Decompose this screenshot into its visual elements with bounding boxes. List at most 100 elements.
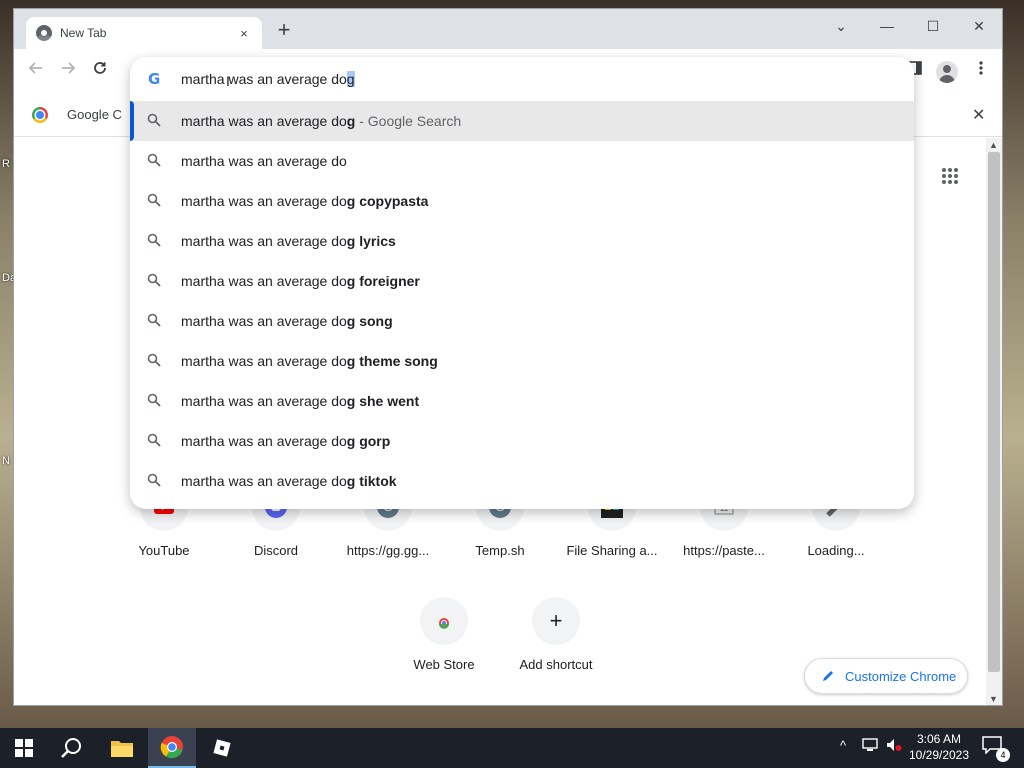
shortcut-label: https://gg.gg... <box>346 543 430 558</box>
pencil-icon <box>823 671 833 681</box>
file-explorer-button[interactable] <box>98 728 146 768</box>
show-hidden-icons-icon[interactable]: ^ <box>840 738 846 753</box>
chrome-window: New Tab × + ⌄ — ☐ ✕ Google C ✕ YouTube D… <box>13 8 1003 706</box>
scroll-down-icon[interactable]: ▼ <box>989 694 998 704</box>
forward-button[interactable] <box>56 59 80 83</box>
new-tab-button[interactable]: + <box>274 19 294 41</box>
chrome-web-store-icon <box>420 597 468 645</box>
start-button[interactable] <box>0 728 48 768</box>
shortcut-label: Web Store <box>413 657 475 672</box>
suggestion-text: martha was an average dog song <box>181 313 393 329</box>
chrome-icon <box>160 736 183 759</box>
roblox-taskbar-button[interactable] <box>198 728 246 768</box>
suggestion-item[interactable]: martha was an average dog lyrics <box>130 221 914 261</box>
search-icon <box>147 233 161 247</box>
search-icon <box>147 153 161 167</box>
clock-date: 10/29/2023 <box>908 748 970 762</box>
search-icon <box>147 353 161 367</box>
search-icon <box>147 393 161 407</box>
shortcut-label: YouTube <box>138 543 190 558</box>
scroll-up-icon[interactable]: ▲ <box>989 140 998 150</box>
windows-logo-icon <box>15 739 33 757</box>
tab-title: New Tab <box>60 26 107 40</box>
suggestion-text: martha was an average dog copypasta <box>181 193 429 209</box>
close-window-button[interactable]: ✕ <box>956 13 1002 39</box>
add-shortcut-button[interactable]: + Add shortcut <box>501 597 611 672</box>
more-menu-icon[interactable] <box>970 60 992 82</box>
suggestion-text: martha was an average dog she went <box>181 393 420 409</box>
taskbar-search-button[interactable] <box>48 728 96 768</box>
roblox-icon <box>213 739 231 757</box>
suggestion-text: martha was an average dog lyrics <box>181 233 396 249</box>
customize-chrome-label: Customize Chrome <box>845 668 957 684</box>
suggestion-text: martha was an average dog theme song <box>181 353 438 369</box>
desktop-edge-label: R <box>2 158 10 170</box>
suggestion-item[interactable]: martha was an average dog copypasta <box>130 181 914 221</box>
minimize-button[interactable]: — <box>864 13 910 39</box>
suggestion-item[interactable]: martha was an average dog tiktok <box>130 461 914 501</box>
shortcut-label: File Sharing a... <box>566 543 658 558</box>
suggestion-text: martha was an average do <box>181 153 347 169</box>
scrollbar[interactable]: ▲ ▼ <box>986 138 1002 705</box>
volume-muted-icon[interactable] <box>886 738 902 755</box>
shortcut-label: Loading... <box>807 543 865 558</box>
search-icon <box>147 313 161 327</box>
suggestion-text: martha was an average dog foreigner <box>181 273 420 289</box>
maximize-button[interactable]: ☐ <box>910 13 956 39</box>
folder-icon <box>111 741 133 757</box>
search-icon <box>61 738 81 758</box>
scroll-thumb[interactable] <box>988 152 1000 672</box>
action-center-button[interactable]: 4 <box>982 736 1010 762</box>
suggestion-item[interactable]: martha was an average dog - Google Searc… <box>130 101 914 141</box>
tab-strip: New Tab × + ⌄ — ☐ ✕ <box>14 9 1002 49</box>
shortcut-label: Add shortcut <box>519 657 593 672</box>
omnibox-input[interactable]: G martha was an average dog I <box>130 57 914 101</box>
shortcut-label: Discord <box>253 543 299 558</box>
shortcut-web-store[interactable]: Web Store <box>389 597 499 672</box>
suggestion-item[interactable]: martha was an average dog she went <box>130 381 914 421</box>
google-g-icon: G <box>148 70 161 88</box>
suggestion-item[interactable]: martha was an average dog gorp <box>130 421 914 461</box>
search-icon <box>147 113 161 127</box>
desktop-edge-label: N <box>2 455 10 467</box>
search-icon <box>147 193 161 207</box>
omnibox-text[interactable]: martha was an average dog <box>181 71 355 87</box>
notification-count-badge: 4 <box>996 748 1010 762</box>
search-icon <box>147 433 161 447</box>
suggestion-text: martha was an average dog gorp <box>181 433 391 449</box>
tab-new-tab[interactable]: New Tab × <box>26 17 262 49</box>
reload-icon <box>94 62 106 74</box>
profile-avatar[interactable] <box>936 61 958 83</box>
omnibox-dropdown: G martha was an average dog I martha was… <box>130 57 914 509</box>
google-chrome-logo-icon <box>32 107 48 123</box>
forward-arrow-icon <box>62 62 76 74</box>
tab-close-icon[interactable]: × <box>236 26 252 41</box>
reload-button[interactable] <box>88 59 112 83</box>
suggestion-item[interactable]: martha was an average dog foreigner <box>130 261 914 301</box>
plus-icon: + <box>532 597 580 645</box>
suggestion-text: martha was an average dog tiktok <box>181 473 397 489</box>
network-icon[interactable] <box>862 738 878 755</box>
suggestion-item[interactable]: martha was an average dog song <box>130 301 914 341</box>
google-apps-icon[interactable] <box>942 168 958 184</box>
info-bar-text: Google C <box>67 107 122 122</box>
search-icon <box>147 273 161 287</box>
suggestion-text: martha was an average dog - Google Searc… <box>181 113 462 129</box>
info-bar-close-icon[interactable]: ✕ <box>972 105 985 125</box>
back-button[interactable] <box>24 59 48 83</box>
search-icon <box>147 473 161 487</box>
back-arrow-icon <box>28 62 42 74</box>
clock-time: 3:06 AM <box>916 732 962 746</box>
tab-search-dropdown-icon[interactable]: ⌄ <box>818 13 864 39</box>
text-cursor-icon: I <box>226 73 230 89</box>
customize-chrome-button[interactable]: Customize Chrome <box>804 658 968 694</box>
suggestion-item[interactable]: martha was an average do <box>130 141 914 181</box>
omnibox-typed-text: martha was an average do <box>181 71 347 87</box>
shortcut-label: https://paste... <box>683 543 765 558</box>
omnibox-autocomplete-text: g <box>346 71 355 87</box>
shortcut-label: Temp.sh <box>475 543 525 558</box>
chrome-taskbar-button[interactable] <box>148 728 196 768</box>
chrome-favicon-icon <box>36 25 52 41</box>
system-clock[interactable]: 3:06 AM 10/29/2023 <box>904 731 974 763</box>
suggestion-item[interactable]: martha was an average dog theme song <box>130 341 914 381</box>
